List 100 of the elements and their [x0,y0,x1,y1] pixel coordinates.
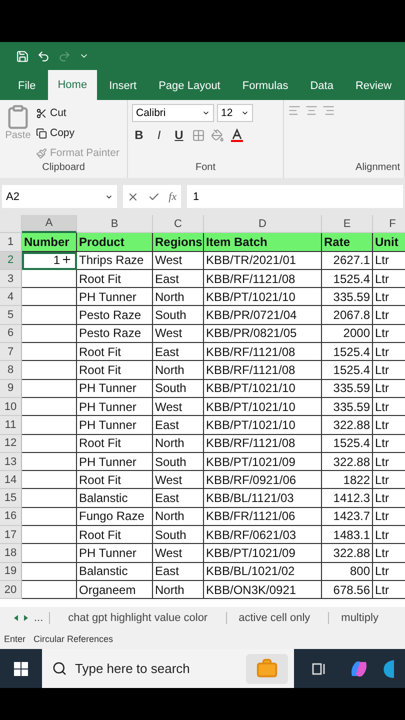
row-header[interactable]: 5 [0,306,22,325]
row-header[interactable]: 18 [0,544,22,563]
task-view-icon[interactable] [312,662,326,676]
column-header[interactable]: E [322,215,373,234]
table-cell: KBB/RF/0621/03 [204,526,322,544]
table-cell [22,544,77,563]
table-cell: South [153,380,204,398]
row-header[interactable]: 17 [0,526,22,544]
row-header[interactable]: 11 [0,416,22,435]
italic-button[interactable]: I [152,128,166,142]
row-header[interactable]: 7 [0,343,22,362]
paintbrush-icon [36,148,47,158]
row-header[interactable]: 8 [0,361,22,380]
table-cell [22,526,77,544]
name-box[interactable]: A2 [2,185,117,208]
table-cell: KBB/BL/1021/02 [204,562,322,581]
table-cell: West [153,252,204,270]
table-cell [22,270,77,288]
sheet-tab[interactable]: chat gpt highlight value color [56,612,220,624]
table-cell [22,580,77,600]
ribbon-tab[interactable]: Data [300,72,344,100]
group-label: Alignment [354,162,400,175]
font-size-field[interactable]: 12 [217,104,253,122]
table-cell [22,489,77,508]
table-cell: KBB/PT/1021/09 [204,452,322,472]
sheet-tab[interactable]: active cell only [226,612,322,624]
column-header[interactable]: F [373,215,405,234]
table-cell: PH Tunner [77,416,153,435]
table-cell: PH Tunner [77,380,153,398]
formula-input[interactable]: 1 [187,185,403,208]
header-cell: Product [77,233,153,252]
table-cell: 1525.4 [322,270,373,288]
row-header[interactable]: 9 [0,380,22,398]
table-cell: 322.88 [322,416,373,435]
copy-button[interactable]: Copy [36,124,120,142]
ribbon-tab[interactable]: Insert [99,72,147,100]
insert-function-button[interactable]: fx [168,190,177,202]
table-cell: PH Tunner [77,288,153,306]
column-header[interactable]: D [204,215,322,234]
row-header[interactable]: 2 [0,252,22,270]
undo-icon[interactable] [37,50,50,62]
ribbon-tab[interactable]: Formulas [232,72,298,100]
table-cell [22,324,77,344]
column-header[interactable]: A [22,215,77,234]
row-header[interactable]: 15 [0,489,22,508]
bold-button[interactable]: B [132,128,146,142]
ribbon-tab[interactable]: Page Layout [148,72,230,100]
table-cell: South [153,306,204,325]
ribbon-tab[interactable]: File [8,72,46,100]
header-cell: Item Batch [204,233,322,252]
row-header[interactable]: 1 [0,233,22,252]
search-icon [52,661,67,676]
cell-reference: A2 [6,190,20,202]
enter-icon[interactable] [148,190,160,202]
table-cell: South [153,526,204,544]
windows-start-icon[interactable] [14,662,28,676]
fill-color-icon[interactable] [211,128,224,142]
table-cell: PH Tunner [77,398,153,416]
table-cell: East [153,416,204,435]
column-header[interactable]: B [77,215,153,234]
table-cell: 1423.7 [322,508,373,526]
table-cell: KBB/RF/0921/06 [204,471,322,490]
font-size-text: 12 [221,107,233,119]
table-cell [22,416,77,435]
underline-button[interactable]: U [172,128,186,142]
table-cell: KBB/RF/1121/08 [204,270,322,288]
column-header[interactable]: C [153,215,204,234]
table-cell: KBB/BL/1121/03 [204,489,322,508]
taskbar-search-field[interactable]: Type here to search [42,649,294,688]
table-cell: KBB/PT/1021/10 [204,398,322,416]
row-header[interactable]: 3 [0,270,22,288]
row-header[interactable]: 13 [0,452,22,472]
dropdown-icon[interactable] [241,109,249,117]
row-header[interactable]: 16 [0,508,22,526]
cut-button[interactable]: Cut [36,104,120,122]
table-cell [22,343,77,362]
dropdown-icon[interactable] [202,109,210,117]
row-header[interactable]: 20 [0,580,22,600]
table-cell: West [153,544,204,563]
borders-icon[interactable] [192,128,205,142]
table-cell: PH Tunner [77,544,153,563]
ribbon-tab[interactable]: Home [48,70,98,100]
table-cell [22,508,77,526]
font-name-field[interactable]: Calibri [132,104,214,122]
table-cell: East [153,343,204,362]
sheet-tab[interactable]: multiply [328,612,390,624]
cancel-icon[interactable] [127,190,140,202]
row-header[interactable]: 6 [0,324,22,344]
sheet-tab[interactable]: ... [34,612,50,624]
status-text: Circular References [34,634,114,644]
row-header[interactable]: 12 [0,434,22,453]
scroll-left-icon[interactable] [14,615,18,621]
row-header[interactable]: 4 [0,288,22,306]
scroll-right-icon[interactable] [24,615,28,621]
row-header[interactable]: 19 [0,562,22,581]
font-color-icon[interactable] [230,128,244,142]
row-header[interactable]: 14 [0,471,22,490]
row-header[interactable]: 10 [0,398,22,416]
save-icon[interactable] [16,50,29,62]
ribbon-tab[interactable]: Review [345,72,402,100]
